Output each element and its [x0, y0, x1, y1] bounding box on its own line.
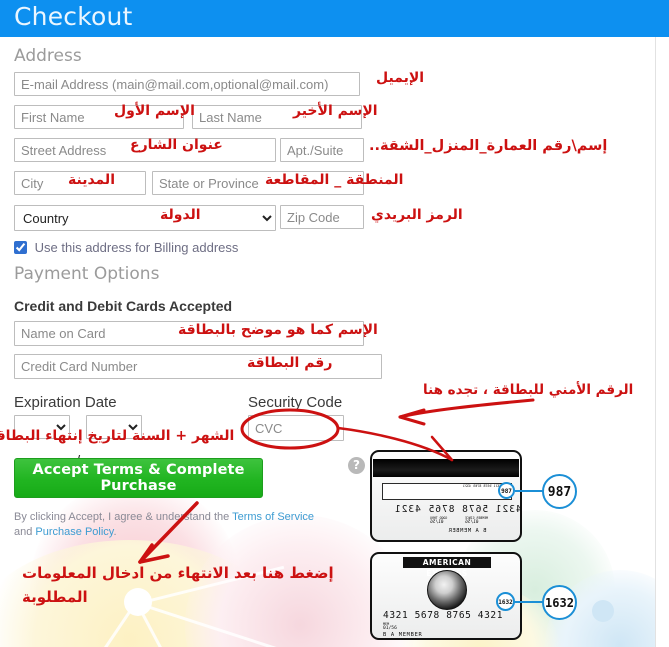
billing-address-label: Use this address for Billing address: [34, 240, 239, 255]
accept-terms-complete-purchase-button[interactable]: Accept Terms & Complete Purchase: [14, 458, 263, 498]
page-header: Checkout: [0, 0, 669, 37]
terms-of-service-link[interactable]: Terms of Service: [232, 511, 314, 523]
billing-address-checkbox[interactable]: [14, 241, 27, 254]
security-code-label: Security Code: [248, 394, 343, 411]
card-back-good-thru-value: 01/56: [430, 520, 444, 525]
terms-suffix: .: [113, 526, 117, 538]
cards-accepted-label: Credit and Debit Cards Accepted: [14, 298, 233, 314]
card-back-member-since-value: 01/56: [465, 520, 479, 525]
expiration-date-label: Expiration Date: [14, 394, 117, 411]
annotation-submit-line2: المطلوبة: [22, 588, 88, 606]
terms-prefix: By clicking Accept, I agree & understand…: [14, 511, 233, 523]
amex-member-since-value: 01/56: [383, 626, 397, 631]
annotation-submit-line1: إضغط هنا بعد الانتهاء من ادخال المعلومات: [22, 564, 334, 582]
annotation-name-on-card: الإسم كما هو موضح بالبطاقة: [178, 322, 378, 338]
amex-card-number: 4321 5678 8765 4321: [383, 610, 504, 621]
annotation-street: عنوان الشارع: [130, 137, 223, 153]
card-back-member-name: B A MEMBER: [448, 528, 487, 534]
address-section-heading: Address: [14, 46, 82, 66]
cvc-help-icon[interactable]: ?: [348, 457, 365, 474]
annotation-expiration: الشهر + السنة لتاريخ إنتهاء البطاقة: [0, 428, 235, 444]
cvc-highlight-circle: 987: [498, 482, 515, 499]
billing-address-row[interactable]: Use this address for Billing address: [14, 240, 344, 258]
terms-text: By clicking Accept, I agree & understand…: [14, 510, 314, 540]
amex-card-diagram: AMERICAN EXPRESS 4321 5678 8765 4321 MEM…: [370, 552, 655, 644]
payment-section-heading: Payment Options: [14, 264, 160, 284]
annotation-security-code: الرقم الأمني للبطاقة ، تجده هنا: [423, 382, 634, 398]
amex-member-name: B A MEMBER: [383, 632, 423, 638]
content-divider: [655, 37, 656, 647]
country-select[interactable]: Country: [14, 205, 276, 231]
right-pane: [656, 37, 669, 647]
cvc-leader-line: [515, 490, 544, 492]
amex-cvc-leader-line: [514, 601, 544, 603]
magnetic-stripe: [373, 459, 519, 477]
amex-cvc-highlight-circle: 1632: [496, 592, 515, 611]
annotation-email: الإيميل: [376, 70, 425, 86]
apt-suite-input[interactable]: [280, 138, 364, 162]
annotation-first-name: الإسم الأول: [114, 103, 195, 119]
amex-centurion-head-icon: [427, 570, 467, 610]
terms-middle: and: [14, 526, 36, 538]
zip-code-input[interactable]: [280, 205, 364, 229]
card-back-diagram: 4321 5678 8765 4321 987 987 4321 5678 87…: [370, 450, 655, 545]
annotation-apt: إسم\رقم العمارة_المنزل_الشقة..: [369, 138, 608, 154]
annotation-city: المدينة: [68, 172, 115, 188]
annotation-zip: الرمز البريدي: [371, 207, 463, 223]
annotation-state: المنطقة _ المقاطعة: [265, 172, 404, 188]
amex-brand-logo: AMERICAN EXPRESS: [403, 557, 491, 578]
card-back-embossed-number: 4321 5678 8765 4321: [394, 504, 522, 515]
annotation-last-name: الإسم الأخير: [293, 103, 378, 119]
cvc-callout-bubble: 987: [542, 474, 577, 509]
signature-strip-number: 4321 5678 8765 4321: [463, 484, 502, 488]
cvc-input[interactable]: [248, 415, 344, 441]
purchase-policy-link[interactable]: Purchase Policy: [35, 526, 113, 538]
annotation-country: الدولة: [160, 207, 201, 223]
annotation-card-number: رقم البطاقة: [247, 355, 333, 371]
page-title: Checkout: [14, 2, 133, 31]
amex-cvc-callout-bubble: 1632: [542, 585, 577, 620]
email-input[interactable]: [14, 72, 360, 96]
